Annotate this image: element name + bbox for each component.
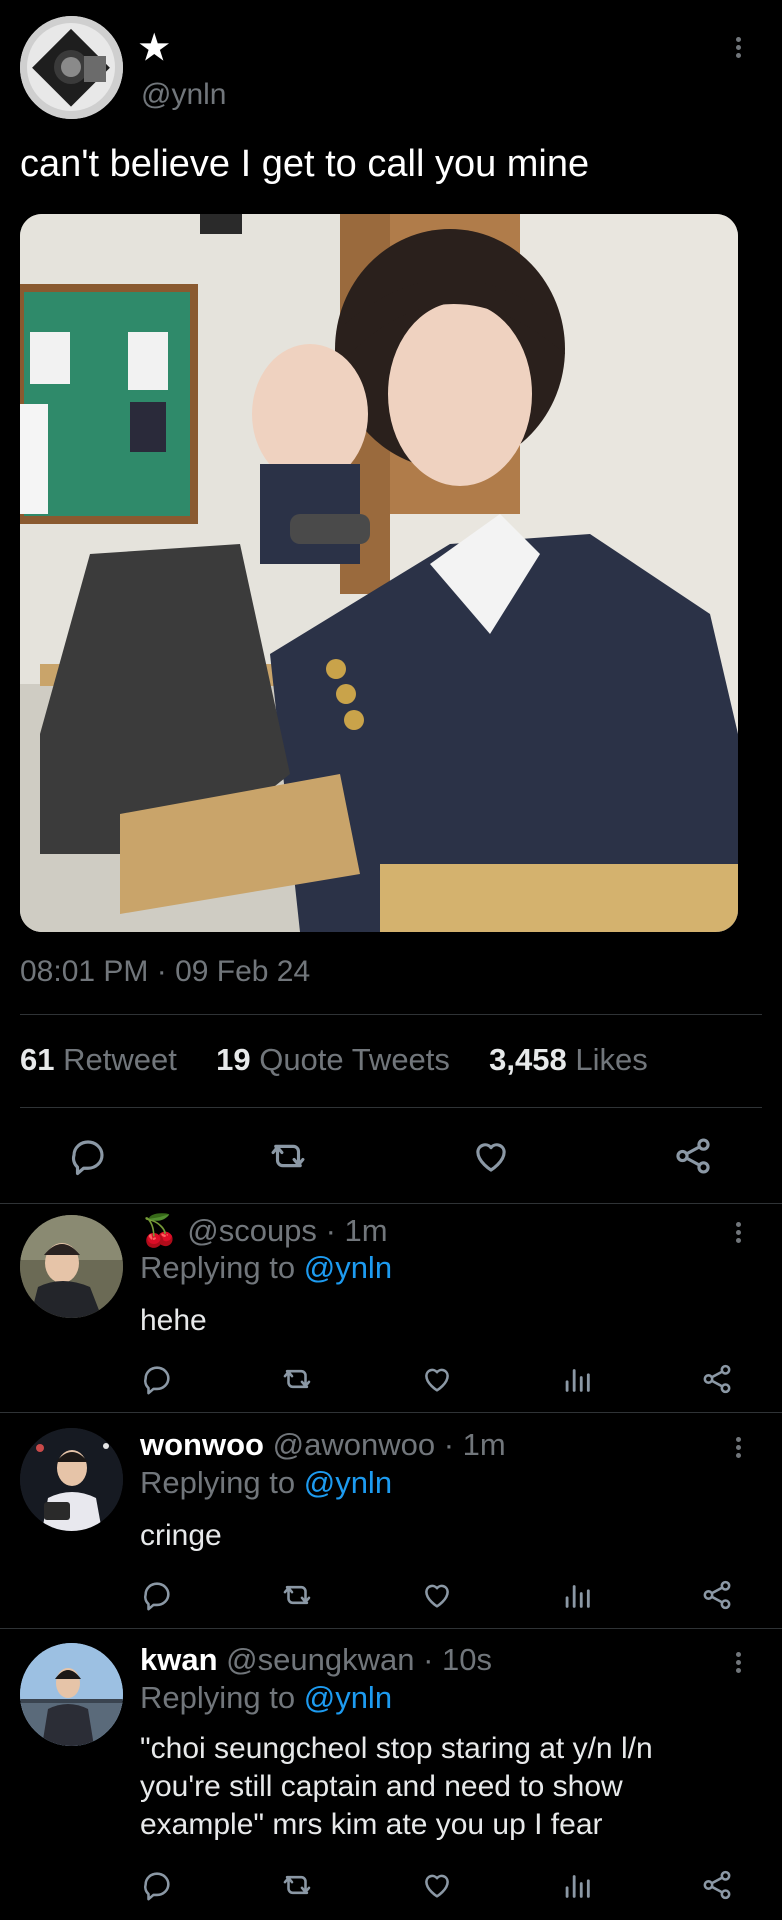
replying-to-handle[interactable]: @ynln	[304, 1680, 392, 1715]
like-icon[interactable]	[420, 1362, 454, 1396]
more-icon[interactable]	[734, 37, 742, 58]
more-icon[interactable]	[734, 1437, 742, 1458]
retweet-icon[interactable]	[280, 1362, 314, 1396]
replying-to: Replying to @ynln	[140, 1680, 392, 1716]
divider	[0, 1203, 782, 1204]
reply-avatar[interactable]	[20, 1428, 123, 1531]
divider	[20, 1107, 762, 1108]
replying-to-handle[interactable]: @ynln	[304, 1465, 392, 1500]
like-icon[interactable]	[420, 1578, 454, 1612]
avatar-image	[20, 1428, 123, 1531]
author-display-name[interactable]: ★	[139, 28, 169, 68]
quote-count: 19	[216, 1042, 251, 1077]
reply-author-handle[interactable]: @seungkwan	[226, 1642, 414, 1677]
tweet-stats: 61 Retweet 19 Quote Tweets 3,458 Likes	[20, 1042, 648, 1078]
retweet-stat[interactable]: 61 Retweet	[20, 1042, 185, 1077]
tweet-media[interactable]	[20, 214, 738, 932]
retweet-icon[interactable]	[267, 1135, 309, 1177]
replying-to: Replying to @ynln	[140, 1465, 392, 1501]
likes-count: 3,458	[489, 1042, 567, 1077]
share-icon[interactable]	[700, 1868, 734, 1902]
like-icon[interactable]	[470, 1135, 512, 1177]
reply-author-name[interactable]: 🍒	[140, 1213, 179, 1248]
reply-header: wonwoo @awonwoo · 1m	[140, 1427, 506, 1463]
share-icon[interactable]	[700, 1362, 734, 1396]
reply-text: cringe	[140, 1519, 222, 1552]
share-icon[interactable]	[672, 1135, 714, 1177]
reply-avatar[interactable]	[20, 1215, 123, 1318]
reply-text: hehe	[140, 1304, 207, 1337]
reply-header: 🍒 @scoups · 1m	[140, 1212, 388, 1249]
likes-label: Likes	[575, 1042, 648, 1077]
replying-to-label: Replying to	[140, 1250, 296, 1285]
replying-to-label: Replying to	[140, 1680, 296, 1715]
reply-time: · 10s	[423, 1642, 493, 1677]
author-handle[interactable]: @ynln	[141, 78, 227, 112]
tweet-text: can't believe I get to call you mine	[20, 143, 590, 185]
divider	[0, 1412, 782, 1413]
replying-to: Replying to @ynln	[140, 1250, 392, 1286]
reply-time: · 1m	[443, 1427, 506, 1462]
more-icon[interactable]	[734, 1652, 742, 1673]
avatar-image	[20, 16, 123, 119]
views-icon[interactable]	[560, 1578, 594, 1612]
reply-time: · 1m	[325, 1213, 388, 1248]
reply-author-name[interactable]: kwan	[140, 1642, 218, 1677]
more-icon[interactable]	[734, 1222, 742, 1243]
reply-icon[interactable]	[67, 1135, 109, 1177]
reply-author-handle[interactable]: @awonwoo	[273, 1427, 435, 1462]
photo-image	[20, 214, 738, 932]
reply-avatar[interactable]	[20, 1643, 123, 1746]
likes-stat[interactable]: 3,458 Likes	[489, 1042, 648, 1077]
share-icon[interactable]	[700, 1578, 734, 1612]
author-avatar[interactable]	[20, 16, 123, 119]
like-icon[interactable]	[420, 1868, 454, 1902]
reply-author-handle[interactable]: @scoups	[187, 1213, 317, 1248]
reply-author-name[interactable]: wonwoo	[140, 1427, 264, 1462]
avatar-image	[20, 1643, 123, 1746]
divider	[0, 1628, 782, 1629]
reply-header: kwan @seungkwan · 10s	[140, 1642, 492, 1678]
quote-stat[interactable]: 19 Quote Tweets	[216, 1042, 458, 1077]
retweet-label: Retweet	[63, 1042, 177, 1077]
replying-to-label: Replying to	[140, 1465, 296, 1500]
views-icon[interactable]	[560, 1868, 594, 1902]
quote-label: Quote Tweets	[259, 1042, 450, 1077]
reply-icon[interactable]	[140, 1362, 174, 1396]
tweet-timestamp: 08:01 PM · 09 Feb 24	[20, 955, 311, 988]
retweet-count: 61	[20, 1042, 55, 1077]
retweet-icon[interactable]	[280, 1868, 314, 1902]
retweet-icon[interactable]	[280, 1578, 314, 1612]
reply-icon[interactable]	[140, 1578, 174, 1612]
views-icon[interactable]	[560, 1362, 594, 1396]
divider	[20, 1014, 762, 1015]
reply-text: "choi seungcheol stop staring at y/n l/n…	[140, 1732, 653, 1841]
avatar-image	[20, 1215, 123, 1318]
reply-icon[interactable]	[140, 1868, 174, 1902]
replying-to-handle[interactable]: @ynln	[304, 1250, 392, 1285]
